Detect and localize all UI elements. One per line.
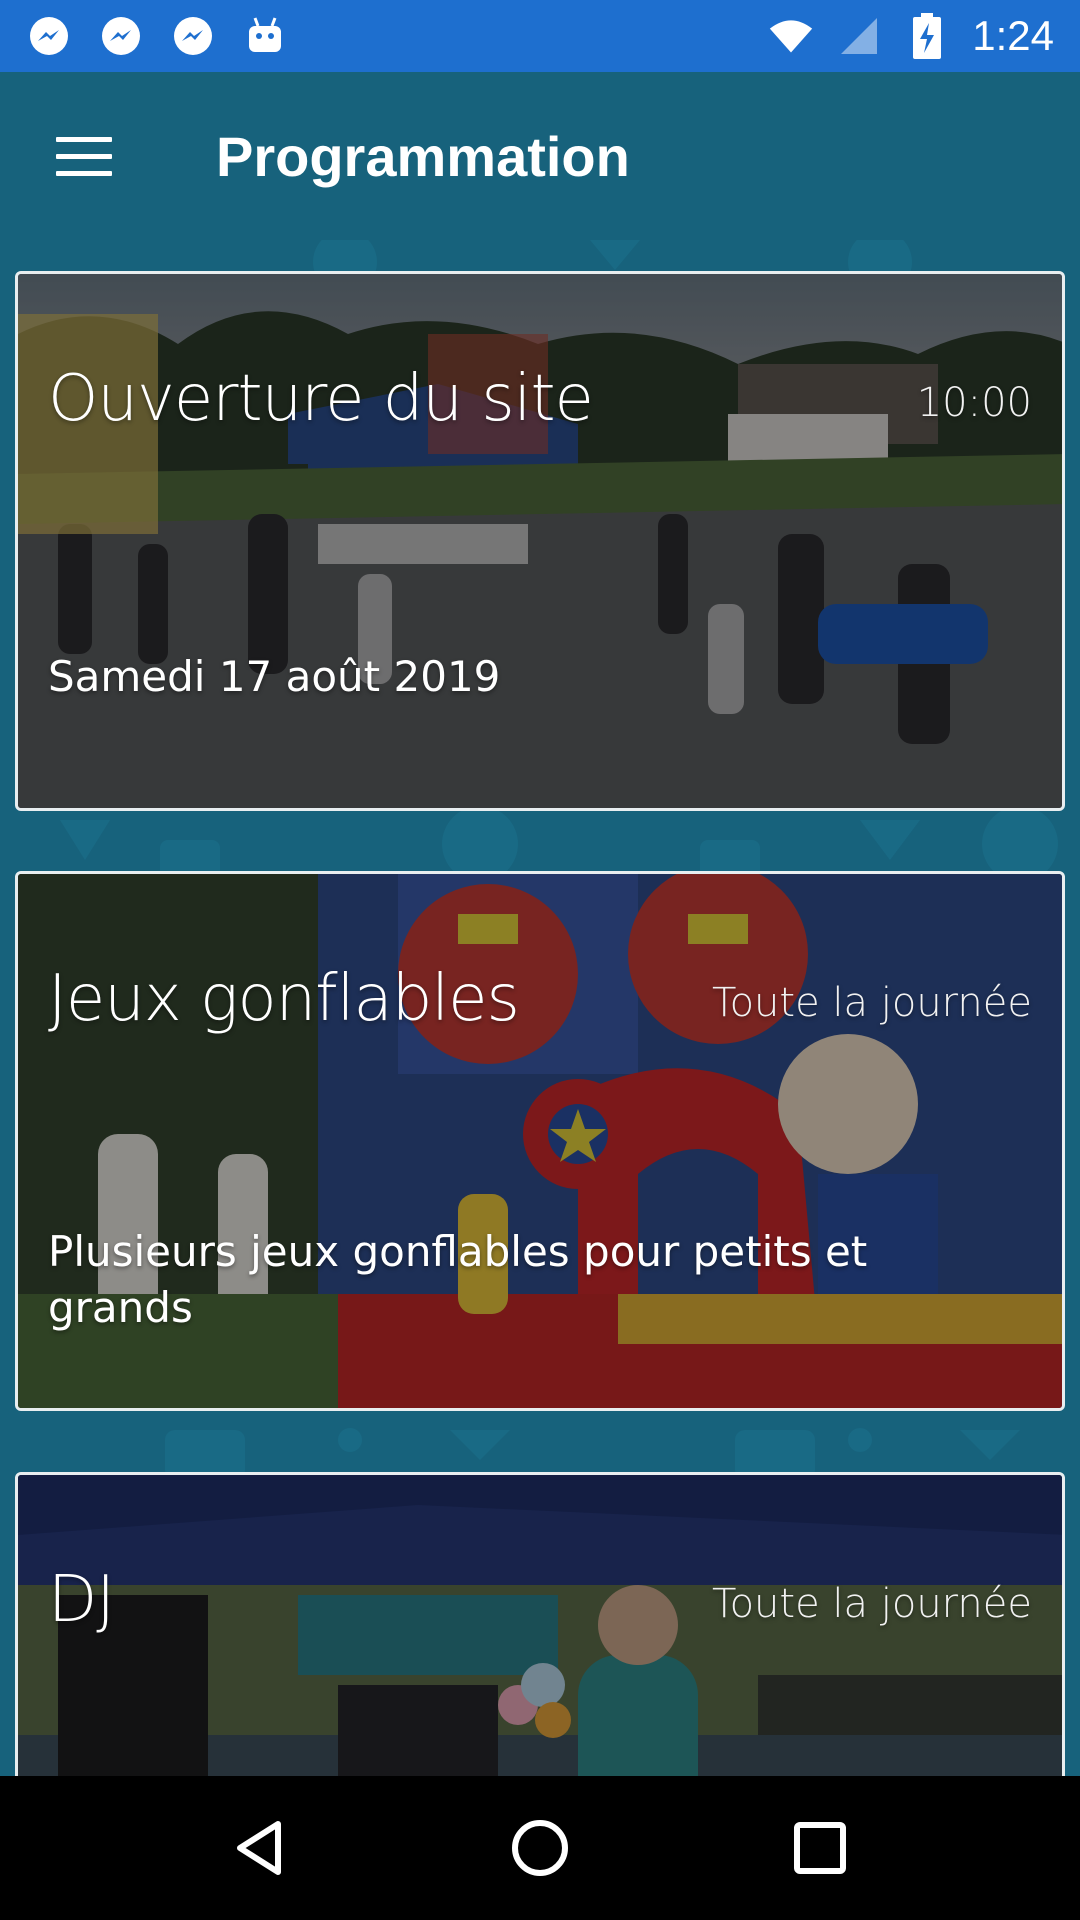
navigation-bar — [0, 1776, 1080, 1920]
event-title: Ouverture du site — [48, 362, 594, 436]
back-icon[interactable] — [205, 1793, 315, 1903]
event-card[interactable]: Jeux gonflables Toute la journée Plusieu… — [15, 871, 1065, 1411]
status-bar: 1:24 — [0, 0, 1080, 72]
messenger-icon — [26, 13, 72, 59]
status-time: 1:24 — [972, 12, 1054, 59]
page-title: Programmation — [216, 124, 630, 188]
event-card[interactable]: Ouverture du site 10:00 Samedi 17 août 2… — [15, 271, 1065, 811]
recents-icon[interactable] — [765, 1793, 875, 1903]
messenger-icon — [98, 13, 144, 59]
event-time: Toute la journée — [711, 1581, 1032, 1627]
hamburger-menu-icon[interactable] — [24, 96, 144, 216]
event-list[interactable]: Ouverture du site 10:00 Samedi 17 août 2… — [0, 240, 1080, 1776]
signal-icon — [836, 13, 882, 59]
android-icon — [242, 13, 288, 59]
event-title: DJ — [48, 1563, 115, 1637]
notification-icons — [26, 13, 288, 59]
event-time: Toute la journée — [711, 980, 1032, 1026]
event-time: 10:00 — [916, 380, 1032, 426]
event-card[interactable]: DJ Toute la journée — [15, 1472, 1065, 1776]
home-icon[interactable] — [485, 1793, 595, 1903]
event-title: Jeux gonflables — [48, 962, 520, 1036]
wifi-icon — [768, 13, 814, 59]
messenger-icon — [170, 13, 216, 59]
event-description: Plusieurs jeux gonflables pour petits et… — [48, 1227, 868, 1332]
app-bar: Programmation — [0, 72, 1080, 240]
battery-charging-icon — [904, 13, 950, 59]
event-description: Samedi 17 août 2019 — [48, 652, 501, 701]
